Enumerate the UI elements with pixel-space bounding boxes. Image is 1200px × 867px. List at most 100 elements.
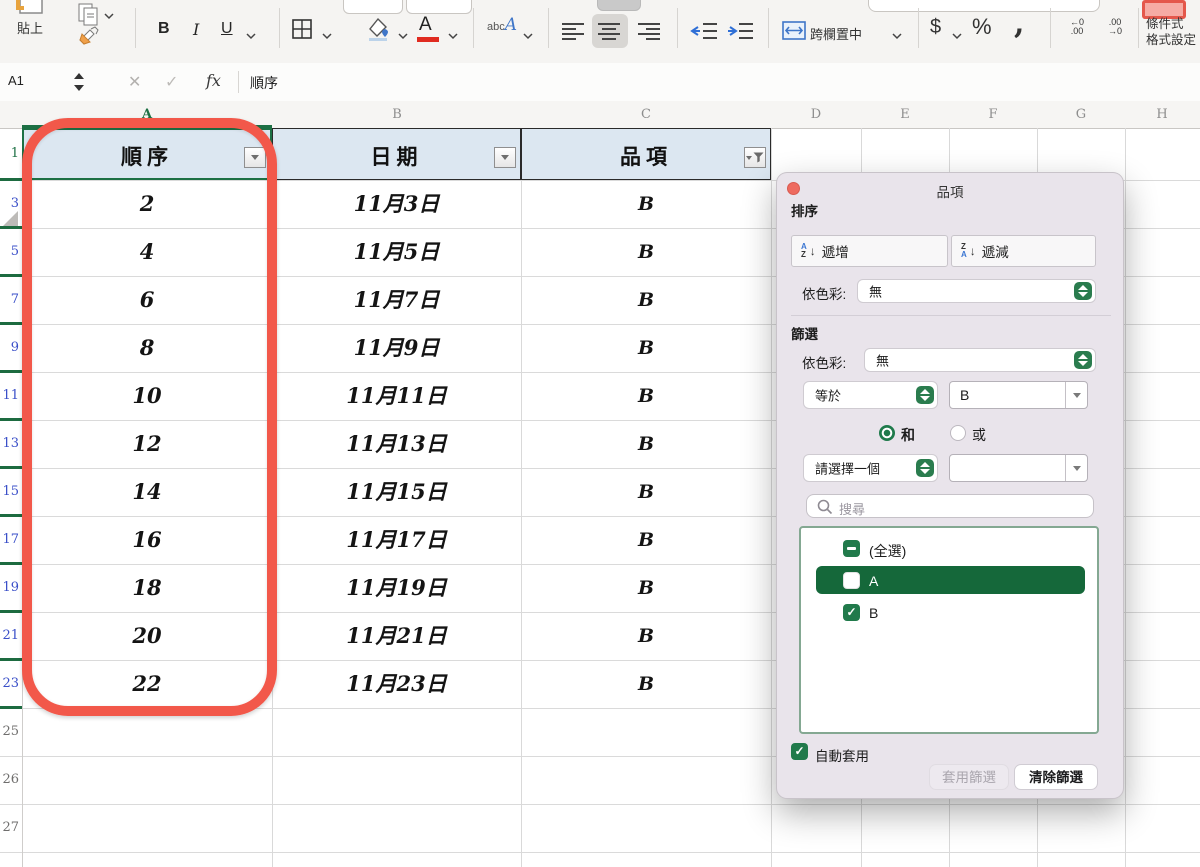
- merge-center-icon[interactable]: [782, 21, 806, 45]
- row-number[interactable]: 19: [0, 564, 19, 612]
- cell-date[interactable]: 11月5日: [272, 228, 521, 276]
- cell-item[interactable]: B: [521, 612, 771, 660]
- row-number[interactable]: 3: [0, 180, 19, 228]
- cell-item[interactable]: B: [521, 564, 771, 612]
- cell-date[interactable]: 11月17日: [272, 516, 521, 564]
- row-number[interactable]: 7: [0, 276, 19, 324]
- borders-chevron-icon[interactable]: [322, 27, 332, 45]
- text-effects-icon[interactable]: abcA: [487, 15, 517, 35]
- merge-center-chevron-icon[interactable]: [892, 27, 902, 45]
- cell-item[interactable]: B: [521, 276, 771, 324]
- column-header-C[interactable]: C: [641, 107, 651, 122]
- cell-item[interactable]: B: [521, 228, 771, 276]
- or-radio[interactable]: [950, 425, 966, 441]
- cell-item[interactable]: B: [521, 372, 771, 420]
- cell-date[interactable]: 11月23日: [272, 660, 521, 708]
- align-left-button[interactable]: [562, 22, 586, 45]
- date-filter-dropdown-button[interactable]: [494, 147, 516, 168]
- formula-bar-value[interactable]: 順序: [250, 73, 278, 93]
- column-header-H[interactable]: H: [1156, 107, 1167, 122]
- cell-item[interactable]: B: [521, 420, 771, 468]
- auto-apply-checkbox[interactable]: ✓: [791, 743, 808, 760]
- currency-button[interactable]: $: [930, 16, 941, 39]
- column-header-E[interactable]: E: [900, 107, 910, 122]
- header-cell-date[interactable]: 日期: [272, 128, 521, 180]
- cell-item[interactable]: B: [521, 180, 771, 228]
- sort-descending-button[interactable]: ZA ↓ 遞減: [951, 235, 1096, 267]
- underline-button[interactable]: U: [221, 20, 233, 38]
- item-a-label[interactable]: A: [869, 573, 878, 589]
- align-center-button[interactable]: [598, 22, 622, 45]
- and-radio[interactable]: [879, 425, 895, 441]
- combo-dropdown-arrow[interactable]: [1065, 382, 1087, 408]
- percent-button[interactable]: %: [972, 14, 992, 40]
- row-number[interactable]: 21: [0, 612, 19, 660]
- and-radio-label[interactable]: 和: [901, 425, 915, 445]
- cell-date[interactable]: 11月11日: [272, 372, 521, 420]
- row-number-selected[interactable]: 1: [0, 128, 19, 180]
- fill-color-icon[interactable]: [366, 16, 392, 47]
- row-number[interactable]: 17: [0, 516, 19, 564]
- cell-date[interactable]: 11月13日: [272, 420, 521, 468]
- bold-button[interactable]: B: [158, 20, 170, 38]
- select-all-label[interactable]: (全選): [869, 541, 906, 561]
- copy-chevron-icon[interactable]: [104, 7, 114, 25]
- row-number[interactable]: 5: [0, 228, 19, 276]
- fill-color-chevron-icon[interactable]: [398, 27, 408, 45]
- font-size-box[interactable]: [406, 0, 472, 14]
- cancel-entry-icon[interactable]: ✕: [128, 72, 141, 92]
- filter-condition-select[interactable]: 等於: [803, 381, 938, 409]
- number-format-box[interactable]: [868, 0, 1100, 12]
- row-number[interactable]: 26: [0, 756, 19, 804]
- font-color-chevron-icon[interactable]: [448, 27, 458, 45]
- column-header-G[interactable]: G: [1076, 107, 1086, 122]
- filter-by-color-select[interactable]: 無: [864, 348, 1096, 372]
- sort-ascending-button[interactable]: AZ ↓ 遞增: [791, 235, 948, 267]
- font-color-icon[interactable]: A: [419, 14, 432, 36]
- cell-date[interactable]: 11月15日: [272, 468, 521, 516]
- currency-chevron-icon[interactable]: [952, 27, 962, 45]
- second-condition-select[interactable]: 請選擇一個: [803, 454, 938, 482]
- format-painter-icon[interactable]: [76, 26, 104, 53]
- cell-date[interactable]: 11月21日: [272, 612, 521, 660]
- cell-date[interactable]: 11月19日: [272, 564, 521, 612]
- item-filter-active-button[interactable]: [744, 147, 766, 168]
- font-name-box[interactable]: [343, 0, 403, 14]
- confirm-entry-icon[interactable]: ✓: [165, 72, 178, 92]
- apply-filter-button[interactable]: 套用篩選: [929, 764, 1009, 790]
- cell-item[interactable]: B: [521, 660, 771, 708]
- underline-chevron-icon[interactable]: [246, 27, 256, 45]
- align-right-button[interactable]: [638, 22, 662, 45]
- item-a-checkbox[interactable]: [843, 572, 860, 589]
- item-b-checkbox[interactable]: ✓: [843, 604, 860, 621]
- column-header-D[interactable]: D: [811, 107, 821, 122]
- borders-icon[interactable]: [292, 19, 312, 44]
- second-value-combo[interactable]: [949, 454, 1088, 482]
- auto-apply-label[interactable]: 自動套用: [815, 745, 869, 765]
- row-number[interactable]: 13: [0, 420, 19, 468]
- combo-dropdown-arrow[interactable]: [1065, 455, 1087, 481]
- cell-date[interactable]: 11月9日: [272, 324, 521, 372]
- ribbon-cutoff-button[interactable]: [597, 0, 641, 11]
- conditional-formatting-button[interactable]: 條件式 格式設定: [1146, 16, 1200, 50]
- row-number[interactable]: 15: [0, 468, 19, 516]
- comma-style-button[interactable]: ,: [1014, 6, 1024, 41]
- text-effects-chevron-icon[interactable]: [523, 27, 533, 45]
- paste-button[interactable]: 貼上: [17, 18, 43, 37]
- or-radio-label[interactable]: 或: [972, 425, 986, 445]
- decrease-indent-button[interactable]: [690, 23, 718, 44]
- merge-center-button[interactable]: 跨欄置中: [810, 24, 862, 43]
- item-b-label[interactable]: B: [869, 605, 878, 621]
- italic-button[interactable]: I: [193, 20, 199, 39]
- row-number[interactable]: 23: [0, 660, 19, 708]
- cell-date[interactable]: 11月7日: [272, 276, 521, 324]
- header-cell-item[interactable]: 品項: [521, 128, 771, 180]
- filter-value-combo[interactable]: B: [949, 381, 1088, 409]
- cell-item[interactable]: B: [521, 516, 771, 564]
- column-header-B[interactable]: B: [392, 107, 402, 122]
- cell-item[interactable]: B: [521, 468, 771, 516]
- increase-decimal-button[interactable]: ←0 .00: [1060, 18, 1094, 36]
- name-box[interactable]: A1: [8, 73, 24, 88]
- row-number[interactable]: 27: [0, 804, 19, 852]
- select-all-checkbox[interactable]: [843, 540, 860, 557]
